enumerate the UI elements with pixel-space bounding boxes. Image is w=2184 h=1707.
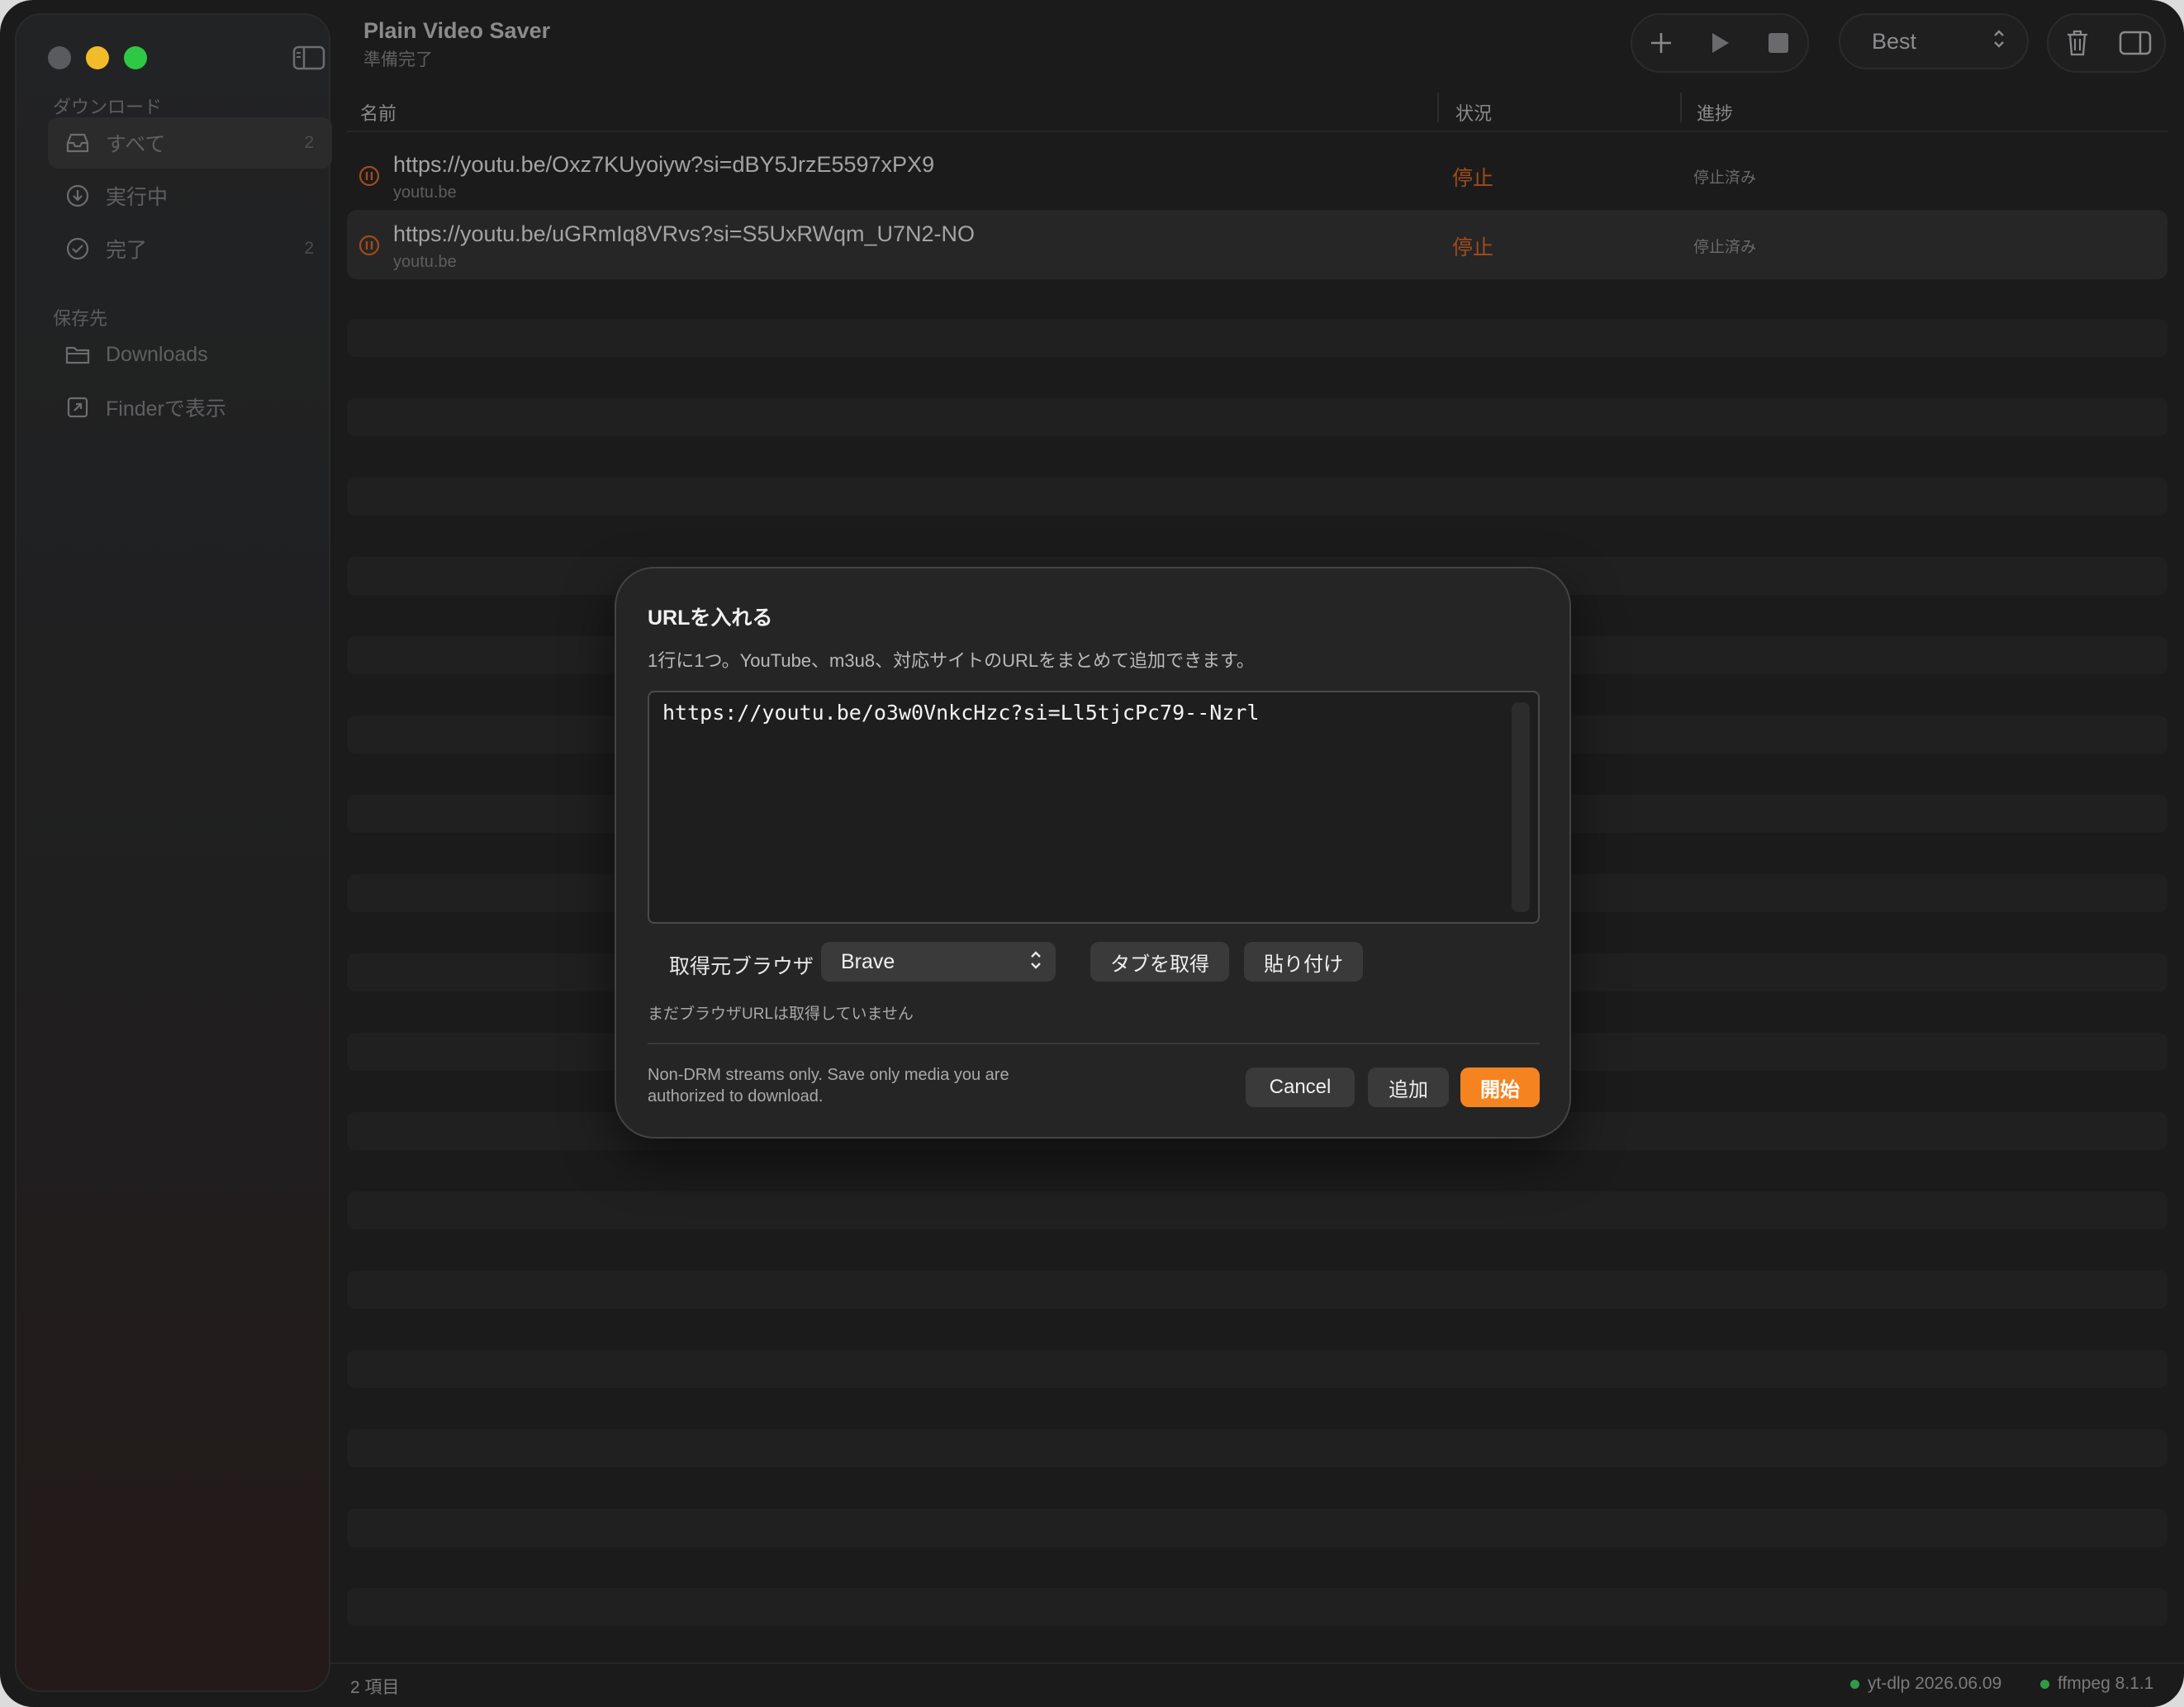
- browser-select-value: Brave: [841, 949, 895, 973]
- table-row[interactable]: https://youtu.be/Oxz7KUyoiyw?si=dBY5JrzE…: [347, 140, 2167, 210]
- empty-row-stripe: [347, 1588, 2167, 1626]
- chevron-up-down-icon: [1029, 949, 1042, 975]
- sidebar-item-label: Downloads: [106, 342, 208, 366]
- inspector-toggle-icon[interactable]: [2106, 15, 2164, 71]
- section-title-downloads: ダウンロード: [53, 97, 163, 117]
- empty-row-stripe: [347, 1429, 2167, 1467]
- empty-row-stripe: [347, 1350, 2167, 1388]
- row-url: https://youtu.be/Oxz7KUyoiyw?si=dBY5JrzE…: [393, 152, 935, 177]
- add-button[interactable]: 追加: [1368, 1067, 1449, 1107]
- playback-controls: [1631, 13, 1809, 73]
- empty-row-stripe: [347, 1191, 2167, 1229]
- url-textarea-value: https://youtu.be/o3w0VnkcHzc?si=Ll5tjcPc…: [662, 701, 1260, 725]
- empty-row-stripe: [347, 319, 2167, 357]
- browser-label: 取得元ブラウザ: [669, 955, 814, 978]
- row-status: 停止: [1452, 167, 1494, 190]
- cancel-button[interactable]: Cancel: [1246, 1067, 1355, 1107]
- empty-row-stripe: [347, 1509, 2167, 1547]
- close-window-button[interactable]: [48, 46, 71, 69]
- dialog-title: URLを入れる: [648, 606, 773, 630]
- sidebar-item-show-in-finder[interactable]: Finderで表示: [48, 382, 332, 433]
- sidebar-toggle-icon[interactable]: [292, 45, 325, 71]
- ffmpeg-version-label: ffmpeg 8.1.1: [2058, 1674, 2154, 1693]
- row-url: https://youtu.be/uGRmIq8VRvs?si=S5UxRWqm…: [393, 221, 976, 246]
- sidebar: ダウンロード すべて 2 実行中 完了 2 保存先 Downloads Find…: [15, 13, 332, 1692]
- minimize-window-button[interactable]: [86, 46, 109, 69]
- status-dot-icon: [1850, 1679, 1859, 1689]
- folder-icon: [64, 341, 91, 368]
- empty-row-stripe: [347, 478, 2167, 516]
- ytdlp-version: yt-dlp 2026.06.09: [1850, 1674, 2001, 1694]
- row-progress: 停止済み: [1693, 169, 1757, 187]
- sidebar-item-count: 2: [304, 239, 314, 258]
- fetch-tabs-button[interactable]: タブを取得: [1090, 942, 1229, 982]
- disclaimer-line: authorized to download.: [648, 1087, 824, 1106]
- section-title-save-location: 保存先: [53, 308, 108, 329]
- app-title: Plain Video Saver: [363, 18, 551, 43]
- play-button[interactable]: [1691, 15, 1750, 71]
- row-status: 停止: [1452, 236, 1494, 259]
- quality-select-value: Best: [1872, 28, 1917, 54]
- ffmpeg-version: ffmpeg 8.1.1: [2040, 1674, 2153, 1694]
- sidebar-item-label: Finderで表示: [106, 397, 226, 421]
- column-divider: [1437, 93, 1439, 122]
- checkmark-circle-icon: [64, 235, 91, 262]
- paste-button[interactable]: 貼り付け: [1244, 942, 1363, 982]
- sidebar-item-label: すべて: [106, 133, 166, 156]
- open-external-icon: [64, 394, 91, 421]
- empty-row-stripe: [347, 1271, 2167, 1309]
- url-textarea-scrollbar[interactable]: [1512, 702, 1530, 912]
- row-progress: 停止済み: [1693, 239, 1757, 256]
- column-header-progress[interactable]: 進捗: [1697, 99, 1733, 126]
- sidebar-item-all[interactable]: すべて 2: [48, 117, 332, 169]
- dialog-divider: [648, 1043, 1540, 1044]
- quality-select[interactable]: Best: [1839, 13, 2029, 69]
- sidebar-item-count: 2: [304, 133, 314, 152]
- download-circle-icon: [64, 183, 91, 209]
- dialog-disclaimer: Non-DRM streams only. Save only media yo…: [648, 1064, 1077, 1107]
- add-url-dialog: URLを入れる 1行に1つ。YouTube、m3u8、対応サイトのURLをまとめ…: [615, 567, 1571, 1139]
- trash-icon[interactable]: [2049, 15, 2106, 71]
- table-row-selected[interactable]: https://youtu.be/uGRmIq8VRvs?si=S5UxRWqm…: [347, 210, 2167, 279]
- app-status-subtitle: 準備完了: [363, 50, 433, 69]
- pause-circle-icon: [358, 165, 380, 187]
- app-window: ダウンロード すべて 2 実行中 完了 2 保存先 Downloads Find…: [0, 0, 2184, 1707]
- sidebar-item-label: 完了: [106, 239, 148, 262]
- dialog-description: 1行に1つ。YouTube、m3u8、対応サイトのURLをまとめて追加できます。: [648, 650, 1255, 671]
- header-divider: [347, 131, 2167, 132]
- pause-circle-icon: [358, 235, 380, 256]
- status-dot-icon: [2040, 1679, 2049, 1689]
- browser-select[interactable]: Brave: [821, 942, 1056, 982]
- column-divider: [1680, 93, 1682, 122]
- chevron-up-down-icon: [1992, 28, 2006, 55]
- disclaimer-line: Non-DRM streams only. Save only media yo…: [648, 1066, 1009, 1084]
- empty-row-stripe: [347, 398, 2167, 436]
- column-header-status[interactable]: 状況: [1455, 99, 1492, 126]
- column-header-name[interactable]: 名前: [360, 99, 396, 126]
- url-textarea[interactable]: https://youtu.be/o3w0VnkcHzc?si=Ll5tjcPc…: [648, 691, 1540, 924]
- start-button[interactable]: 開始: [1460, 1067, 1540, 1107]
- tray-icon: [64, 130, 91, 156]
- ytdlp-version-label: yt-dlp 2026.06.09: [1868, 1674, 2002, 1693]
- stop-button[interactable]: [1749, 15, 1807, 71]
- sidebar-item-label: 実行中: [106, 186, 169, 209]
- zoom-window-button[interactable]: [124, 46, 147, 69]
- add-button[interactable]: [1632, 15, 1691, 71]
- sidebar-item-done[interactable]: 完了 2: [48, 223, 332, 274]
- sidebar-item-downloads-folder[interactable]: Downloads: [48, 329, 332, 380]
- utility-controls: [2047, 13, 2166, 73]
- sidebar-item-running[interactable]: 実行中: [48, 170, 332, 221]
- statusbar-divider: [330, 1662, 2184, 1664]
- browser-fetch-note: まだブラウザURLは取得していません: [648, 1006, 914, 1023]
- row-host: youtu.be: [393, 183, 457, 202]
- row-host: youtu.be: [393, 253, 457, 271]
- item-count: 2 項目: [350, 1678, 400, 1697]
